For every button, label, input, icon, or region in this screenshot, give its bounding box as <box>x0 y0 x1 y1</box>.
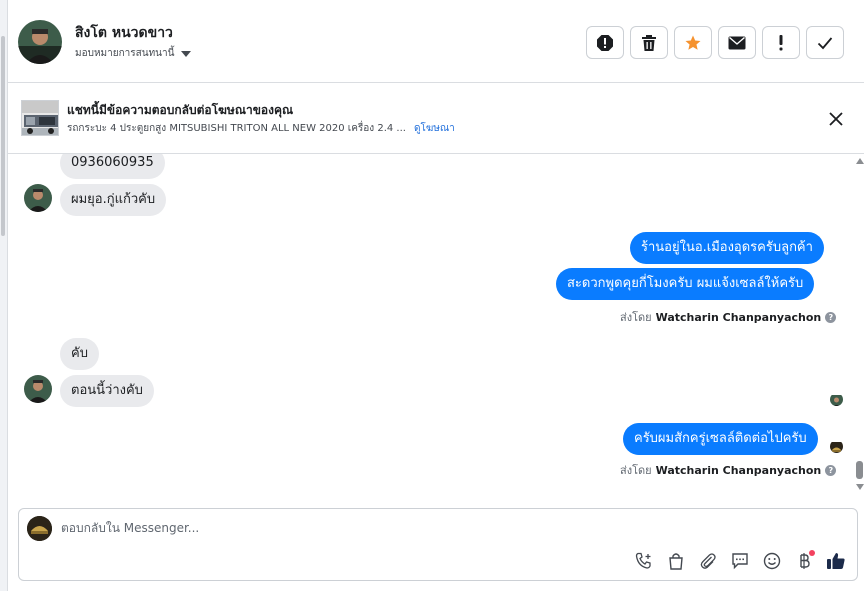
phone-plus-icon <box>635 552 651 569</box>
contact-avatar-small[interactable] <box>24 184 52 212</box>
trash-icon <box>642 34 656 51</box>
outgoing-message[interactable]: สะดวกพูดคุยกี่โมงครับ ผมแจ้งเซลล์ให้ครับ <box>556 268 815 300</box>
page-avatar <box>27 516 52 541</box>
help-icon[interactable]: ? <box>825 311 837 323</box>
outgoing-message[interactable]: ร้านอยู่ในอ.เมืองอุดรครับลูกค้า <box>630 232 824 264</box>
star-button[interactable] <box>674 26 712 59</box>
sent-by-name: Watcharin Chanpanyachon <box>655 463 822 477</box>
caret-down-icon <box>181 50 192 57</box>
seen-by-avatar <box>830 393 843 406</box>
shop-button[interactable] <box>665 550 687 572</box>
paperclip-icon <box>700 553 716 569</box>
delete-button[interactable] <box>630 26 668 59</box>
mark-done-button[interactable] <box>806 26 844 59</box>
spam-icon <box>597 34 613 51</box>
close-icon <box>829 112 843 126</box>
sent-by-info: ส่งโดย Watcharin Chanpanyachon ? <box>620 308 837 326</box>
like-button[interactable] <box>825 550 847 572</box>
smiley-icon <box>763 552 781 570</box>
sent-by-info: ส่งโดย Watcharin Chanpanyachon ? <box>620 461 837 479</box>
help-icon[interactable]: ? <box>825 464 837 476</box>
ad-banner-title: แชทนี้มีข้อความตอบกลับต่อโฆษณาของคุณ <box>67 103 294 117</box>
follow-up-button[interactable] <box>762 26 800 59</box>
star-icon <box>685 35 701 50</box>
scroll-up-arrow[interactable] <box>856 158 864 164</box>
sent-by-prefix: ส่งโดย <box>620 311 652 324</box>
ad-description: รถกระบะ 4 ประตูยกสูง MITSUBISHI TRITON A… <box>67 123 406 134</box>
chat-bubble-icon <box>732 553 748 570</box>
mark-unread-button[interactable] <box>718 26 756 59</box>
assign-label: มอบหมายการสนทนานี้ <box>75 48 175 59</box>
composer-tools <box>633 550 847 572</box>
incoming-message[interactable]: 0936060935 <box>60 154 165 179</box>
call-button[interactable] <box>633 550 655 572</box>
saved-replies-button[interactable] <box>729 550 751 572</box>
notification-dot <box>809 550 815 556</box>
conversation-panel: สิงโต หนวดขาว มอบหมายการสนทนานี้ แชทนี้ม… <box>7 0 864 591</box>
contact-avatar-small[interactable] <box>24 375 52 403</box>
scroll-down-arrow[interactable] <box>856 484 864 490</box>
mail-icon <box>728 36 746 49</box>
close-banner-button[interactable] <box>826 109 846 129</box>
conversation-header: สิงโต หนวดขาว มอบหมายการสนทนานี้ <box>8 0 864 83</box>
assign-conversation-dropdown[interactable]: มอบหมายการสนทนานี้ <box>75 46 192 61</box>
thumbs-up-icon <box>827 553 845 569</box>
outgoing-message[interactable]: ครับผมสักครู่เซลล์ติดต่อไปครับ <box>623 423 818 455</box>
page-avatar-read-receipt <box>830 440 843 453</box>
exclamation-icon <box>779 34 783 50</box>
contact-avatar[interactable] <box>18 20 62 64</box>
contact-name[interactable]: สิงโต หนวดขาว <box>75 22 173 44</box>
payment-button[interactable] <box>793 550 815 572</box>
incoming-message[interactable]: ตอนนี้ว่างคับ <box>60 375 154 407</box>
ad-banner-subtitle: รถกระบะ 4 ประตูยกสูง MITSUBISHI TRITON A… <box>67 121 455 136</box>
attach-button[interactable] <box>697 550 719 572</box>
emoji-button[interactable] <box>761 550 783 572</box>
sent-by-prefix: ส่งโดย <box>620 464 652 477</box>
check-icon <box>817 36 833 49</box>
header-actions <box>586 26 844 59</box>
left-panel-scrollbar[interactable] <box>0 0 7 591</box>
scrollbar-thumb[interactable] <box>856 461 863 479</box>
message-thread[interactable]: 0936060935 ผมยุอ.กู่แก้วคับ ร้านอยู่ในอ.… <box>8 154 864 494</box>
incoming-message[interactable]: คับ <box>60 338 99 370</box>
shopping-bag-icon <box>669 553 683 570</box>
sent-by-name: Watcharin Chanpanyachon <box>655 310 822 324</box>
ad-thumbnail[interactable] <box>21 100 59 136</box>
left-scrollbar-thumb[interactable] <box>1 36 5 236</box>
reply-composer <box>18 508 858 581</box>
incoming-message[interactable]: ผมยุอ.กู่แก้วคับ <box>60 184 167 216</box>
mark-spam-button[interactable] <box>586 26 624 59</box>
view-ad-link[interactable]: ดูโฆษณา <box>414 123 455 134</box>
ad-reply-banner: แชทนี้มีข้อความตอบกลับต่อโฆษณาของคุณ รถก… <box>8 83 864 154</box>
reply-input[interactable] <box>61 517 841 539</box>
thread-scrollbar[interactable] <box>853 156 864 494</box>
